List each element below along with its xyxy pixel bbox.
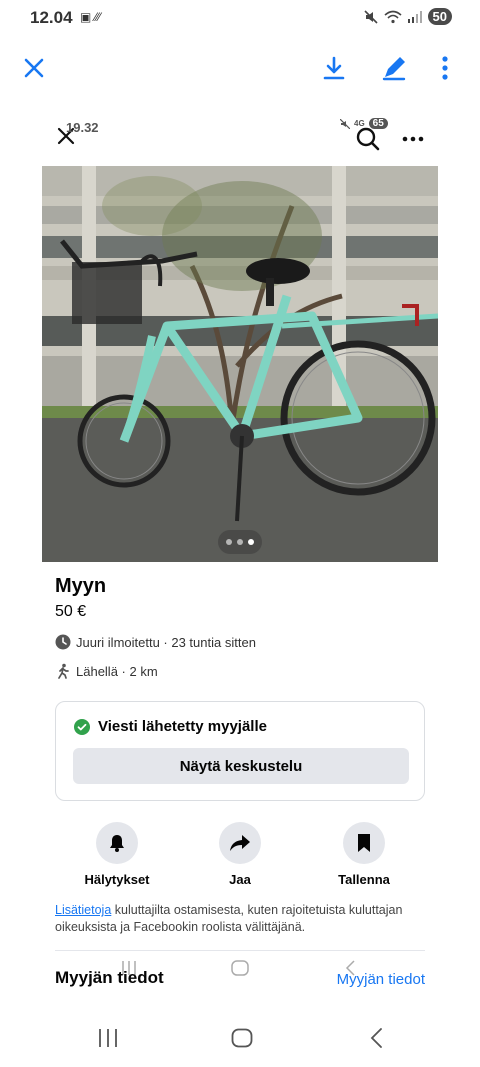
clock-icon [55, 634, 71, 650]
inner-status-time: 19.32 [66, 120, 99, 135]
inner-screenshot-header: 19.32 4G 65 [0, 112, 480, 156]
download-icon [323, 56, 345, 80]
share-icon [230, 835, 250, 851]
inner-search-icon [356, 127, 380, 151]
posted-time-text: Juuri ilmoitettu · 23 tuntia sitten [76, 634, 256, 650]
home-icon [231, 1028, 253, 1048]
share-label: Jaa [229, 872, 251, 887]
back-icon [370, 1028, 382, 1048]
recents-icon [99, 1029, 117, 1047]
message-status-text: Viesti lähetetty myyjälle [98, 718, 267, 735]
listing-price: 50 € [55, 603, 87, 620]
check-circle-icon [74, 718, 90, 735]
message-sent-card: Viesti lähetetty myyjälle Näytä keskuste… [55, 701, 425, 801]
seller-info-heading: Myyjän tiedot [55, 968, 164, 987]
bell-icon [110, 835, 124, 852]
more-vertical-icon [442, 56, 448, 80]
seller-info-link[interactable]: Myyjän tiedot [337, 971, 425, 988]
more-button[interactable] [429, 52, 461, 84]
action-buttons: Hälytykset Jaa Tallenna [0, 822, 480, 892]
carousel-dot-active[interactable] [248, 539, 254, 545]
close-button[interactable] [18, 52, 50, 84]
carousel-dot[interactable] [237, 539, 243, 545]
mute-icon [363, 9, 378, 24]
listing-photo[interactable] [42, 166, 438, 562]
listing-title: Myyn [55, 575, 107, 597]
wifi-icon [384, 10, 402, 23]
alerts-button[interactable]: Hälytykset [57, 822, 177, 887]
viewer-toolbar [0, 44, 480, 92]
carousel-dot[interactable] [226, 539, 232, 545]
bicycle-photo [42, 166, 438, 562]
status-bar: 12.04 ▣ ⁄⁄⁄ 50 [0, 0, 480, 36]
back-button[interactable] [356, 1024, 396, 1052]
download-button[interactable] [318, 52, 350, 84]
system-nav-bar [0, 1010, 480, 1067]
home-button[interactable] [222, 1024, 262, 1052]
pen-icon [382, 57, 406, 81]
alerts-label: Hälytykset [84, 872, 150, 887]
save-button[interactable]: Tallenna [304, 822, 424, 887]
view-conversation-button[interactable]: Näytä keskustelu [73, 748, 409, 784]
recents-button[interactable] [88, 1024, 128, 1052]
status-time: 12.04 [30, 8, 73, 27]
message-status-row: Viesti lähetetty myyjälle [74, 718, 267, 735]
distance-row: Lähellä · 2 km [55, 663, 158, 679]
inner-more-icon [402, 136, 424, 142]
share-button-circle[interactable] [219, 822, 261, 864]
close-icon [24, 58, 44, 78]
walking-icon [58, 663, 69, 679]
more-info-link[interactable]: Lisätietoja [55, 903, 111, 917]
inner-mute-icon [340, 118, 350, 129]
notification-icons: ▣ ⁄⁄⁄ [80, 10, 101, 24]
section-divider [55, 950, 425, 951]
edit-button[interactable] [378, 52, 410, 84]
posted-time-row: Juuri ilmoitettu · 23 tuntia sitten [55, 634, 256, 650]
alerts-button-circle[interactable] [96, 822, 138, 864]
battery-level: 50 [427, 8, 452, 25]
signal-icon [407, 10, 422, 23]
distance-text: Lähellä · 2 km [76, 663, 158, 679]
bookmark-icon [358, 834, 370, 852]
carousel-indicator [218, 530, 262, 554]
save-button-circle[interactable] [343, 822, 385, 864]
inner-home-icon [231, 960, 249, 976]
consumer-info: Lisätietoja kuluttajilta ostamisesta, ku… [55, 902, 430, 936]
save-label: Tallenna [338, 872, 390, 887]
share-button[interactable]: Jaa [180, 822, 300, 887]
status-indicators: 50 [363, 8, 452, 25]
